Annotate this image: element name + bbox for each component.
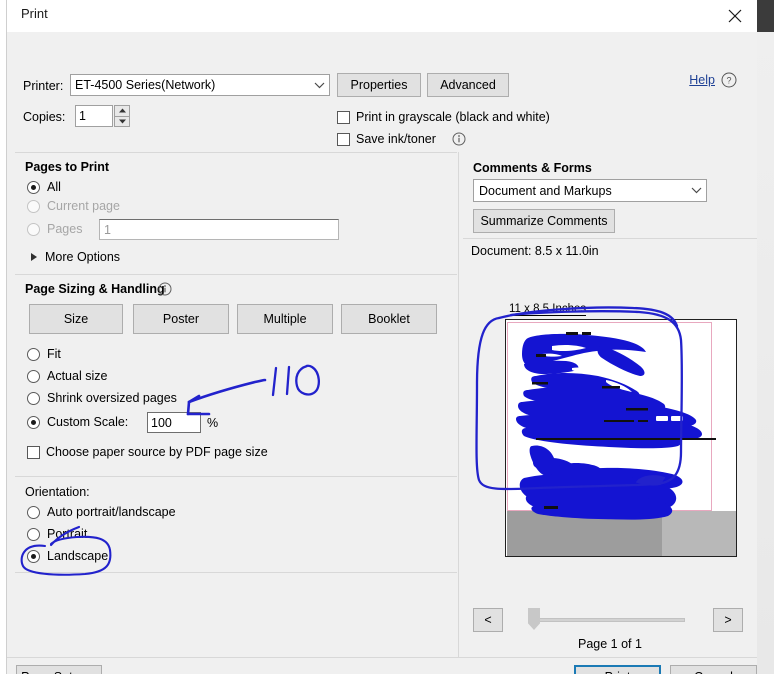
radio-landscape-label: Landscape bbox=[47, 549, 109, 563]
radio-indicator bbox=[27, 222, 40, 236]
column-divider bbox=[458, 152, 459, 657]
previous-page-button[interactable]: < bbox=[473, 608, 503, 632]
paper-source-label: Choose paper source by PDF page size bbox=[46, 445, 268, 459]
checkbox-box bbox=[337, 132, 350, 146]
divider-footer bbox=[7, 657, 757, 658]
divider-pages-top bbox=[15, 152, 457, 153]
divider-orientation-top bbox=[15, 476, 457, 477]
annotation-scale-110 bbox=[186, 364, 320, 416]
radio-fit[interactable]: Fit bbox=[27, 347, 61, 361]
printer-selected-value: ET-4500 Series(Network) bbox=[75, 78, 216, 92]
print-button[interactable]: Print bbox=[574, 665, 661, 674]
radio-current-page-label: Current page bbox=[47, 199, 120, 213]
summarize-comments-button[interactable]: Summarize Comments bbox=[473, 209, 615, 233]
radio-actual-size-label: Actual size bbox=[47, 369, 108, 383]
poster-button[interactable]: Poster bbox=[133, 304, 229, 334]
printer-label: Printer: bbox=[23, 79, 64, 93]
divider-orientation-bottom bbox=[15, 572, 457, 573]
info-icon[interactable] bbox=[158, 282, 172, 299]
cancel-button[interactable]: Cancel bbox=[670, 665, 757, 674]
divider-preview-top bbox=[463, 238, 757, 239]
radio-indicator bbox=[27, 549, 40, 563]
page-setup-button[interactable]: Page Setup... bbox=[16, 665, 102, 674]
triangle-right-icon bbox=[31, 253, 37, 261]
page-preview: 11 x 8.5 Inches bbox=[469, 264, 757, 596]
caret-up-icon[interactable] bbox=[114, 105, 130, 117]
radio-indicator bbox=[27, 199, 40, 213]
radio-indicator bbox=[27, 369, 40, 383]
radio-custom-scale[interactable]: Custom Scale: bbox=[27, 415, 128, 429]
radio-actual-size[interactable]: Actual size bbox=[27, 369, 107, 383]
copies-stepper[interactable] bbox=[114, 105, 130, 127]
window-title: Print bbox=[21, 6, 48, 21]
radio-portrait-label: Portrait bbox=[47, 527, 88, 541]
print-dialog-screen: Print Printer: ET-4500 Series(Network) P… bbox=[0, 0, 774, 674]
page-slider-track[interactable] bbox=[530, 618, 685, 622]
chevron-down-icon bbox=[686, 181, 706, 201]
close-icon[interactable] bbox=[712, 0, 757, 32]
divider-sizing-top bbox=[15, 274, 457, 275]
dialog-body: Printer: ET-4500 Series(Network) Propert… bbox=[7, 32, 757, 674]
next-page-button[interactable]: > bbox=[713, 608, 743, 632]
multiple-button[interactable]: Multiple bbox=[237, 304, 333, 334]
save-ink-checkbox[interactable]: Save ink/toner bbox=[337, 132, 466, 146]
more-options-label: More Options bbox=[45, 250, 121, 264]
document-dimensions: Document: 8.5 x 11.0in bbox=[471, 244, 599, 258]
radio-portrait[interactable]: Portrait bbox=[27, 527, 87, 541]
radio-indicator bbox=[27, 347, 40, 361]
chevron-down-icon bbox=[309, 75, 329, 95]
save-ink-label: Save ink/toner bbox=[356, 132, 436, 146]
pages-range-input[interactable] bbox=[99, 219, 339, 240]
radio-auto-orientation[interactable]: Auto portrait/landscape bbox=[27, 505, 176, 519]
radio-indicator bbox=[27, 527, 40, 541]
paper-dimensions-label: 11 x 8.5 Inches bbox=[509, 303, 587, 316]
radio-landscape[interactable]: Landscape bbox=[27, 549, 108, 563]
radio-indicator bbox=[27, 180, 40, 194]
copies-label: Copies: bbox=[23, 110, 66, 124]
preview-page-frame bbox=[505, 319, 737, 557]
radio-fit-label: Fit bbox=[47, 347, 61, 361]
radio-all-label: All bbox=[47, 180, 61, 194]
margin-guide-top bbox=[507, 322, 712, 323]
radio-indicator bbox=[27, 415, 40, 429]
desktop-right-edge bbox=[755, 32, 774, 674]
title-bar: Print bbox=[7, 0, 757, 32]
copies-input[interactable] bbox=[75, 105, 113, 127]
annotation-landscape-circle bbox=[20, 525, 112, 576]
comments-forms-value: Document and Markups bbox=[479, 183, 612, 198]
printer-select[interactable]: ET-4500 Series(Network) bbox=[70, 74, 330, 96]
booklet-button[interactable]: Booklet bbox=[341, 304, 437, 334]
checkbox-box bbox=[27, 445, 40, 459]
custom-scale-input[interactable] bbox=[147, 412, 201, 433]
page-sizing-title: Page Sizing & Handling bbox=[25, 282, 165, 296]
pages-to-print-title: Pages to Print bbox=[25, 160, 110, 174]
comments-forms-select[interactable]: Document and Markups bbox=[473, 179, 707, 202]
radio-current-page[interactable]: Current page bbox=[27, 199, 120, 213]
radio-custom-scale-label: Custom Scale: bbox=[47, 415, 129, 429]
comments-forms-title: Comments & Forms bbox=[473, 161, 592, 175]
size-button[interactable]: Size bbox=[29, 304, 123, 334]
desktop-background-strip bbox=[755, 0, 774, 32]
radio-pages[interactable]: Pages bbox=[27, 222, 82, 236]
caret-down-icon[interactable] bbox=[114, 116, 130, 127]
margin-guide-left bbox=[507, 322, 508, 511]
checkbox-box bbox=[337, 110, 350, 124]
radio-all[interactable]: All bbox=[27, 180, 61, 194]
radio-shrink-label: Shrink oversized pages bbox=[47, 391, 177, 405]
margin-guide-right bbox=[711, 322, 712, 511]
paper-source-checkbox[interactable]: Choose paper source by PDF page size bbox=[27, 445, 268, 459]
percent-label: % bbox=[207, 416, 219, 430]
radio-shrink-oversized[interactable]: Shrink oversized pages bbox=[27, 391, 177, 405]
more-options-toggle[interactable]: More Options bbox=[31, 250, 120, 264]
properties-button[interactable]: Properties bbox=[337, 73, 421, 97]
page-status-label: Page 1 of 1 bbox=[578, 637, 642, 651]
radio-indicator bbox=[27, 391, 40, 405]
radio-auto-label: Auto portrait/landscape bbox=[47, 505, 176, 519]
orientation-title: Orientation: bbox=[25, 485, 90, 499]
preview-overflow-area-light bbox=[662, 511, 736, 556]
radio-pages-label: Pages bbox=[47, 222, 83, 236]
print-dialog: Print Printer: ET-4500 Series(Network) P… bbox=[6, 0, 757, 674]
radio-indicator bbox=[27, 505, 40, 519]
